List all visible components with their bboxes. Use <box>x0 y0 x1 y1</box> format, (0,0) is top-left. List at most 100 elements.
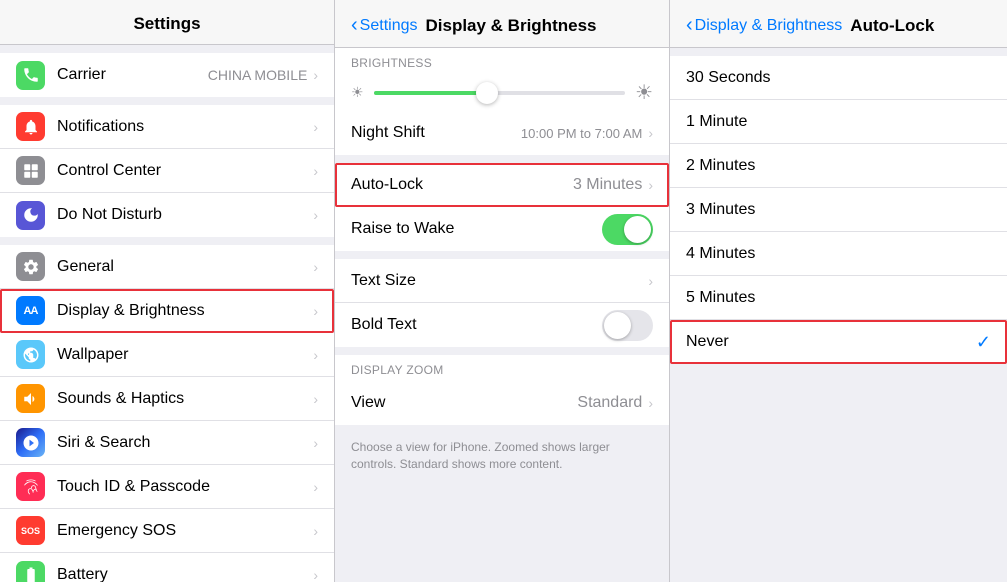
option-2-minutes[interactable]: 2 Minutes <box>670 144 1007 188</box>
control-center-label: Control Center <box>57 162 313 180</box>
option-never-label: Never <box>686 333 976 351</box>
control-center-icon <box>16 156 45 185</box>
emergency-sos-label: Emergency SOS <box>57 522 313 540</box>
settings-panel: Settings Carrier CHINA MOBILE › Notifica… <box>0 0 335 582</box>
option-5-minutes[interactable]: 5 Minutes <box>670 276 1007 320</box>
option-4-minutes[interactable]: 4 Minutes <box>670 232 1007 276</box>
back-label-2: Display & Brightness <box>695 17 843 35</box>
siri-search-label: Siri & Search <box>57 434 313 452</box>
raise-to-wake-toggle[interactable] <box>602 214 653 245</box>
bold-text-toggle-thumb <box>604 312 631 339</box>
bold-text-toggle[interactable] <box>602 310 653 341</box>
option-1-minute[interactable]: 1 Minute <box>670 100 1007 144</box>
auto-lock-panel: ‹ Display & Brightness Auto-Lock 30 Seco… <box>670 0 1007 582</box>
option-never[interactable]: Never ✓ <box>670 320 1007 364</box>
option-4-minutes-label: 4 Minutes <box>686 245 991 263</box>
general-label: General <box>57 258 313 276</box>
brightness-slider-thumb <box>476 82 498 104</box>
display-brightness-icon: AA <box>16 296 45 325</box>
wallpaper-chevron: › <box>313 347 318 363</box>
notifications-label: Notifications <box>57 118 313 136</box>
display-brightness-panel: ‹ Settings Display & Brightness BRIGHTNE… <box>335 0 670 582</box>
back-to-settings[interactable]: ‹ Settings <box>351 14 417 37</box>
night-shift-row[interactable]: Night Shift 10:00 PM to 7:00 AM › <box>335 111 669 155</box>
carrier-label: Carrier <box>57 66 208 84</box>
text-size-row[interactable]: Text Size › <box>335 259 669 303</box>
auto-lock-header: ‹ Display & Brightness Auto-Lock <box>670 0 1007 48</box>
view-row[interactable]: View Standard › <box>335 381 669 425</box>
night-shift-value: 10:00 PM to 7:00 AM <box>521 126 642 141</box>
night-shift-chevron: › <box>648 125 653 141</box>
back-to-display-brightness[interactable]: ‹ Display & Brightness <box>686 14 842 37</box>
sounds-haptics-row[interactable]: Sounds & Haptics › <box>0 377 334 421</box>
group-general: General › AA Display & Brightness › Wall… <box>0 245 334 582</box>
display-brightness-header: ‹ Settings Display & Brightness <box>335 0 669 48</box>
do-not-disturb-row[interactable]: Do Not Disturb › <box>0 193 334 237</box>
raise-to-wake-row[interactable]: Raise to Wake <box>335 207 669 251</box>
sun-small-icon: ☀ <box>351 84 364 101</box>
emergency-sos-chevron: › <box>313 523 318 539</box>
brightness-slider-row[interactable]: ☀ ☀ <box>335 74 669 111</box>
auto-lock-row[interactable]: Auto-Lock 3 Minutes › <box>335 163 669 207</box>
auto-lock-title: Auto-Lock <box>850 16 934 36</box>
touch-id-passcode-label: Touch ID & Passcode <box>57 478 313 496</box>
display-zoom-description: Choose a view for iPhone. Zoomed shows l… <box>335 433 669 483</box>
emergency-sos-row[interactable]: SOS Emergency SOS › <box>0 509 334 553</box>
raise-to-wake-toggle-thumb <box>624 216 651 243</box>
option-30-seconds[interactable]: 30 Seconds <box>670 56 1007 100</box>
battery-row[interactable]: Battery › <box>0 553 334 582</box>
display-brightness-title: Display & Brightness <box>425 16 596 36</box>
sun-large-icon: ☀ <box>635 80 653 105</box>
display-brightness-row[interactable]: AA Display & Brightness › <box>0 289 334 333</box>
wallpaper-row[interactable]: Wallpaper › <box>0 333 334 377</box>
text-group: Text Size › Bold Text <box>335 259 669 347</box>
sounds-haptics-chevron: › <box>313 391 318 407</box>
battery-label: Battery <box>57 566 313 582</box>
auto-lock-label: Auto-Lock <box>351 176 573 194</box>
display-brightness-chevron: › <box>313 303 318 319</box>
back-chevron-icon-2: ‹ <box>686 14 693 37</box>
battery-chevron: › <box>313 567 318 582</box>
control-center-row[interactable]: Control Center › <box>0 149 334 193</box>
option-3-minutes[interactable]: 3 Minutes <box>670 188 1007 232</box>
battery-icon <box>16 561 45 582</box>
touch-id-passcode-icon <box>16 472 45 501</box>
bold-text-row[interactable]: Bold Text <box>335 303 669 347</box>
view-label: View <box>351 394 577 412</box>
general-row[interactable]: General › <box>0 245 334 289</box>
emergency-sos-icon: SOS <box>16 516 45 545</box>
control-center-chevron: › <box>313 163 318 179</box>
settings-header: Settings <box>0 0 334 45</box>
night-shift-label: Night Shift <box>351 124 521 142</box>
auto-lock-options-group: 30 Seconds 1 Minute 2 Minutes 3 Minutes … <box>670 56 1007 364</box>
option-1-minute-label: 1 Minute <box>686 113 991 131</box>
bold-text-label: Bold Text <box>351 316 602 334</box>
brightness-slider-track[interactable] <box>374 91 626 95</box>
sounds-haptics-label: Sounds & Haptics <box>57 390 313 408</box>
brightness-section-header: BRIGHTNESS <box>335 48 669 74</box>
notifications-row[interactable]: Notifications › <box>0 105 334 149</box>
carrier-chevron: › <box>313 67 318 83</box>
touch-id-passcode-row[interactable]: Touch ID & Passcode › <box>0 465 334 509</box>
back-chevron-icon: ‹ <box>351 14 358 37</box>
text-size-label: Text Size <box>351 272 648 290</box>
option-3-minutes-label: 3 Minutes <box>686 201 991 219</box>
option-2-minutes-label: 2 Minutes <box>686 157 991 175</box>
wallpaper-label: Wallpaper <box>57 346 313 364</box>
wallpaper-icon <box>16 340 45 369</box>
siri-search-row[interactable]: Siri & Search › <box>0 421 334 465</box>
display-zoom-group: DISPLAY ZOOM View Standard › <box>335 355 669 425</box>
back-label: Settings <box>360 17 418 35</box>
carrier-value: CHINA MOBILE <box>208 67 308 83</box>
siri-search-chevron: › <box>313 435 318 451</box>
carrier-group: Carrier CHINA MOBILE › <box>0 53 334 97</box>
settings-title: Settings <box>16 14 318 34</box>
text-size-chevron: › <box>648 273 653 289</box>
touch-id-passcode-chevron: › <box>313 479 318 495</box>
carrier-row[interactable]: Carrier CHINA MOBILE › <box>0 53 334 97</box>
do-not-disturb-icon <box>16 201 45 230</box>
notifications-icon <box>16 112 45 141</box>
general-chevron: › <box>313 259 318 275</box>
option-5-minutes-label: 5 Minutes <box>686 289 991 307</box>
auto-lock-value: 3 Minutes <box>573 176 642 194</box>
